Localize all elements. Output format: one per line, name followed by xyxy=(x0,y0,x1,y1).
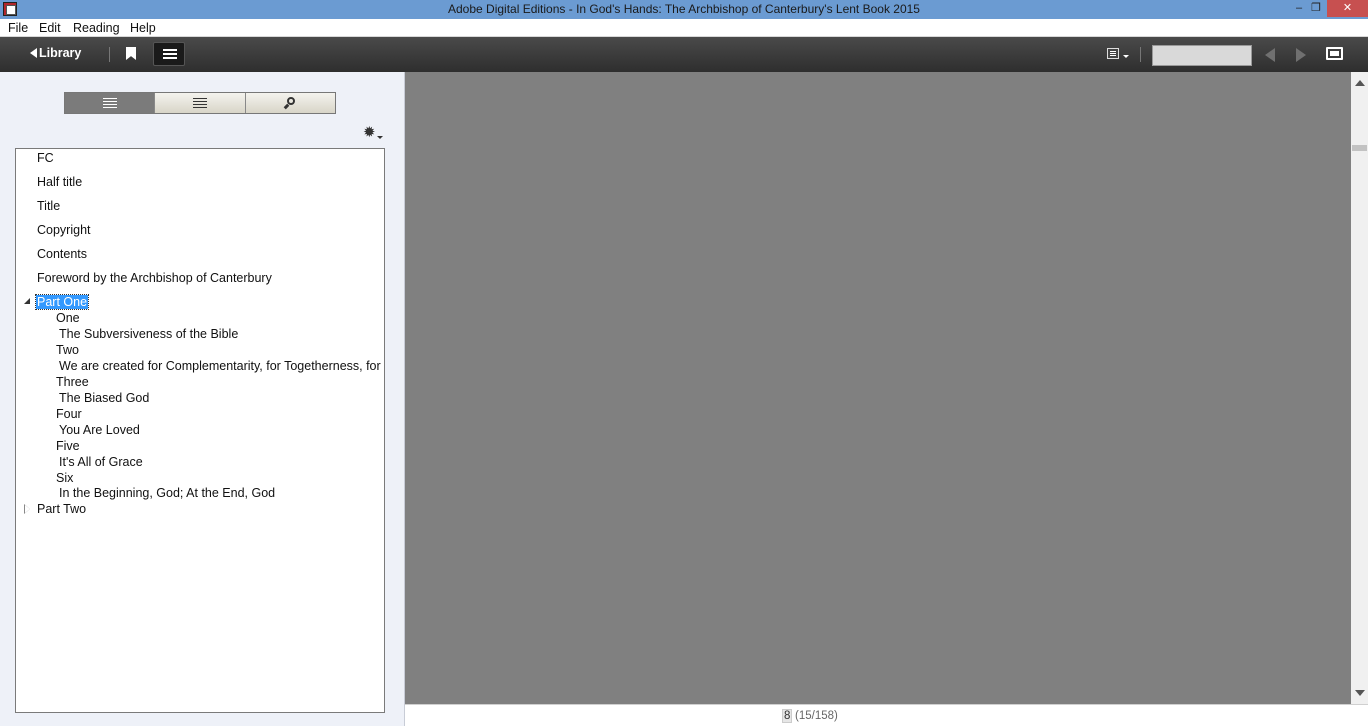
panel-tabs xyxy=(64,92,336,114)
toc-item-fc[interactable]: FC xyxy=(37,151,54,165)
toc-chapter-title[interactable]: The Subversiveness of the Bible xyxy=(59,327,238,341)
page-number-input[interactable] xyxy=(1152,45,1252,66)
scroll-up-icon[interactable] xyxy=(1355,80,1365,86)
chevron-down-icon xyxy=(1123,55,1129,58)
toc-chapter-number[interactable]: Six xyxy=(56,471,73,485)
toc-item-half-title[interactable]: Half title xyxy=(37,175,82,189)
library-button[interactable]: Library xyxy=(30,46,81,60)
close-button[interactable]: ✕ xyxy=(1327,0,1368,17)
toc-chapter-number[interactable]: Three xyxy=(56,375,89,389)
view-mode-dropdown[interactable] xyxy=(1106,46,1129,62)
gear-icon[interactable]: ✹ xyxy=(363,125,376,140)
toc-toggle-button[interactable] xyxy=(153,42,185,66)
navigation-panel: ✹ FC Half title Title Copyright Contents… xyxy=(0,72,405,726)
chevron-down-icon[interactable] xyxy=(377,136,383,139)
contents-icon xyxy=(101,97,119,109)
toc-item-title[interactable]: Title xyxy=(37,199,60,213)
vertical-scrollbar[interactable] xyxy=(1351,72,1368,704)
toc-item-foreword[interactable]: Foreword by the Archbishop of Canterbury xyxy=(37,271,272,285)
expanded-triangle-icon[interactable] xyxy=(23,297,30,304)
toolbar-separator xyxy=(109,47,110,62)
list-icon xyxy=(163,49,177,51)
page-range: (15/158) xyxy=(795,710,838,722)
back-arrow-icon xyxy=(30,48,37,58)
previous-page-icon[interactable] xyxy=(1265,48,1275,62)
menu-help[interactable]: Help xyxy=(130,21,156,35)
toc-chapter-title[interactable]: It's All of Grace xyxy=(59,455,143,469)
scroll-down-icon[interactable] xyxy=(1355,690,1365,696)
menu-reading[interactable]: Reading xyxy=(73,21,120,35)
window-title: Adobe Digital Editions - In God's Hands:… xyxy=(448,2,920,16)
bookmark-icon[interactable] xyxy=(126,47,136,60)
current-page[interactable]: 8 xyxy=(782,709,793,723)
toc-chapter-number[interactable]: Five xyxy=(56,439,80,453)
toolbar: Library xyxy=(0,37,1368,72)
toc-item-part-one[interactable]: Part One xyxy=(34,294,90,310)
toc-chapter-title[interactable]: The Biased God xyxy=(59,391,149,405)
toc-chapter-title[interactable]: We are created for Complementarity, for … xyxy=(59,359,384,373)
table-of-contents: FC Half title Title Copyright Contents F… xyxy=(15,148,385,713)
restore-button[interactable]: ❐ xyxy=(1306,0,1326,17)
menu-edit[interactable]: Edit xyxy=(39,21,61,35)
toc-chapter-title[interactable]: You Are Loved xyxy=(59,423,140,437)
annotations-icon xyxy=(191,97,209,109)
status-bar: 8 (15/158) xyxy=(405,704,1368,726)
next-page-icon[interactable] xyxy=(1296,48,1306,62)
toc-chapter-title[interactable]: In the Beginning, God; At the End, God xyxy=(59,486,275,500)
search-icon xyxy=(283,97,297,111)
menu-bar: File Edit Reading Help xyxy=(0,19,1368,37)
reading-pane[interactable] xyxy=(405,72,1351,704)
tab-search[interactable] xyxy=(245,93,335,113)
fullscreen-icon[interactable] xyxy=(1326,47,1343,60)
tab-annotations[interactable] xyxy=(155,93,246,113)
toc-item-contents[interactable]: Contents xyxy=(37,247,87,261)
toc-item-copyright[interactable]: Copyright xyxy=(37,223,91,237)
menu-file[interactable]: File xyxy=(8,21,28,35)
toc-chapter-number[interactable]: Two xyxy=(56,343,79,357)
library-label: Library xyxy=(39,46,82,60)
title-bar: Adobe Digital Editions - In God's Hands:… xyxy=(0,0,1368,19)
tab-contents[interactable] xyxy=(65,93,156,113)
toc-item-part-two[interactable]: Part Two xyxy=(37,502,86,516)
page-view-icon xyxy=(1107,48,1119,59)
toc-chapter-number[interactable]: Four xyxy=(56,407,82,421)
scroll-thumb[interactable] xyxy=(1352,145,1367,151)
toc-chapter-number[interactable]: One xyxy=(56,311,80,325)
